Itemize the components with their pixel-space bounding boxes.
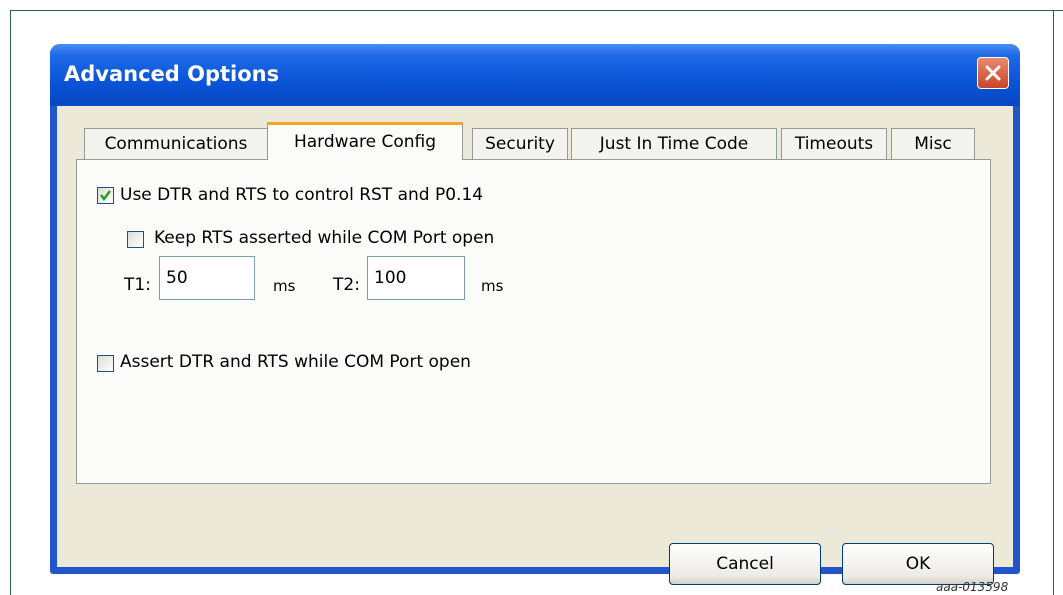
hardware-config-panel: Use DTR and RTS to control RST and P0.14… bbox=[76, 159, 991, 484]
frame-left-border bbox=[10, 10, 11, 595]
frame-top-border bbox=[10, 10, 1063, 11]
checkmark-icon bbox=[100, 190, 111, 201]
cancel-button[interactable]: Cancel bbox=[669, 543, 821, 585]
t2-unit-label: ms bbox=[481, 277, 504, 295]
tab-communications[interactable]: Communications bbox=[84, 128, 268, 159]
title-bar[interactable]: Advanced Options bbox=[50, 44, 1020, 106]
t2-input[interactable]: 100 bbox=[367, 256, 465, 300]
keep-rts-checkbox[interactable] bbox=[127, 231, 144, 248]
use-dtr-rts-label: Use DTR and RTS to control RST and P0.14 bbox=[120, 185, 484, 205]
advanced-options-dialog: Advanced Options Communications Hardware… bbox=[50, 44, 1020, 585]
assert-dtr-rts-checkbox[interactable] bbox=[97, 355, 114, 372]
ok-button[interactable]: OK bbox=[842, 543, 994, 585]
t1-unit-label: ms bbox=[273, 277, 296, 295]
tab-misc[interactable]: Misc bbox=[891, 128, 975, 159]
t2-label: T2: bbox=[333, 275, 360, 295]
dialog-title: Advanced Options bbox=[64, 62, 280, 86]
close-icon bbox=[985, 65, 1001, 81]
frame-right-border bbox=[1053, 10, 1054, 595]
tab-hardware-config[interactable]: Hardware Config bbox=[267, 122, 463, 160]
close-button[interactable] bbox=[977, 57, 1009, 89]
tab-security[interactable]: Security bbox=[472, 128, 568, 159]
assert-dtr-rts-label: Assert DTR and RTS while COM Port open bbox=[120, 352, 471, 372]
dialog-body: Communications Hardware Config Security … bbox=[57, 106, 1013, 585]
tab-timeouts[interactable]: Timeouts bbox=[781, 128, 887, 159]
keep-rts-label: Keep RTS asserted while COM Port open bbox=[154, 228, 495, 248]
tab-just-in-time-code[interactable]: Just In Time Code bbox=[571, 128, 777, 159]
use-dtr-rts-checkbox[interactable] bbox=[97, 187, 114, 204]
figure-id-caption: aaa-013598 bbox=[936, 580, 1009, 594]
t1-input[interactable]: 50 bbox=[159, 256, 255, 300]
t1-label: T1: bbox=[124, 275, 151, 295]
